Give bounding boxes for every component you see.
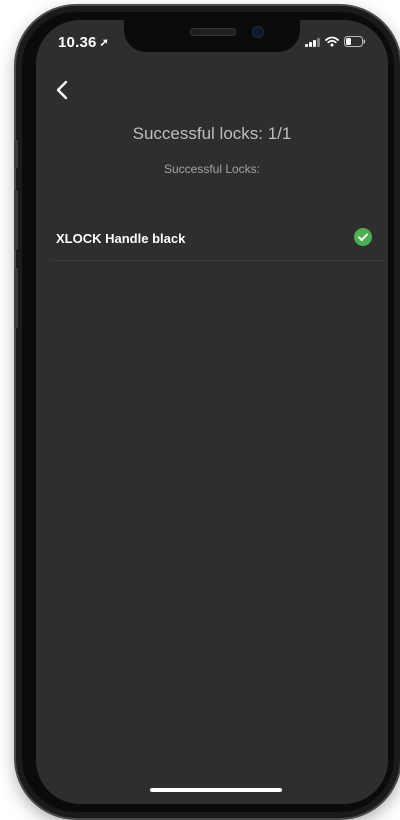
app-screen: 10.36 ➚ Successful locks: 1/1 Successful… [36, 20, 388, 804]
status-time-text: 10.36 [58, 34, 97, 51]
chevron-left-icon [56, 80, 68, 100]
volume-down-button [14, 190, 18, 250]
lock-list: XLOCK Handle black [36, 216, 388, 261]
cellular-signal-icon [305, 37, 320, 47]
status-indicators [305, 36, 366, 47]
location-arrow-icon: ➚ [99, 37, 109, 49]
back-button[interactable] [48, 76, 76, 104]
check-circle-icon [354, 228, 372, 246]
status-time: 10.36 ➚ [58, 34, 109, 51]
list-item[interactable]: XLOCK Handle black [50, 216, 384, 261]
page-title: Successful locks: 1/1 [132, 124, 292, 143]
section-subtitle: Successful Locks: [163, 162, 261, 176]
lock-name: XLOCK Handle black [56, 230, 186, 246]
speaker-grille [190, 28, 236, 36]
wifi-icon [325, 36, 339, 47]
front-camera [252, 26, 264, 38]
notch [124, 20, 300, 52]
mute-switch [14, 268, 18, 328]
home-indicator[interactable] [150, 788, 282, 792]
battery-icon [344, 36, 366, 47]
volume-up-button [14, 140, 18, 168]
